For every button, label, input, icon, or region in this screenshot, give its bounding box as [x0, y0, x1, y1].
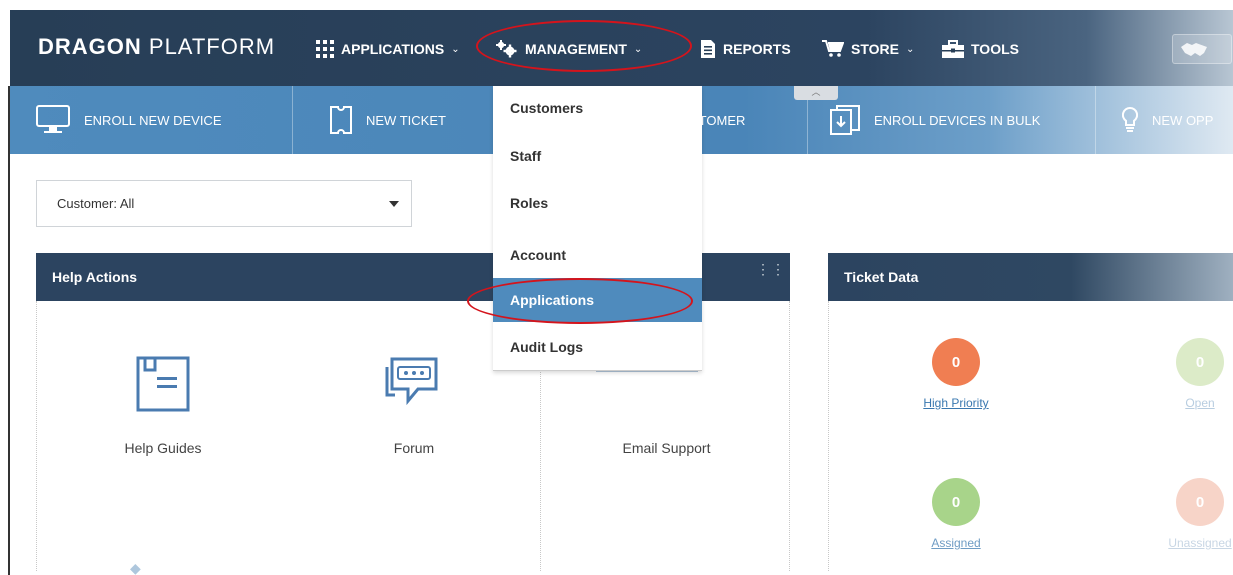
bulk-enroll-icon [830, 105, 860, 135]
menu-item-label: Applications [510, 292, 595, 308]
customer-filter-select[interactable]: Customer: All [36, 180, 412, 227]
nav-reports-label: REPORTS [723, 41, 791, 57]
enroll-devices-in-bulk-button[interactable]: ENROLL DEVICES IN BULK [830, 86, 1040, 154]
menu-item-label: Account [510, 247, 566, 263]
grid-icon [316, 40, 334, 58]
enroll-new-device-button[interactable]: ENROLL NEW DEVICE [36, 86, 222, 154]
document-icon [700, 40, 716, 58]
divider [292, 86, 293, 154]
menu-item-label: Roles [510, 195, 549, 211]
brand-logo[interactable]: DRAGON PLATFORM [38, 34, 275, 60]
help-actions-title: Help Actions [52, 269, 138, 285]
menu-item-staff[interactable]: Staff [493, 134, 702, 178]
nav-applications[interactable]: APPLICATIONS ⌄ [316, 38, 460, 60]
chat-bubble-icon [384, 355, 444, 416]
new-ticket-button[interactable]: NEW TICKET [330, 86, 446, 154]
stat-unassigned-count: 0 [1176, 478, 1224, 526]
nav-management[interactable]: MANAGEMENT ⌄ [496, 38, 642, 60]
book-icon [135, 355, 191, 418]
stat-unassigned-link[interactable]: Unassigned [1140, 536, 1233, 550]
help-guides-label: Help Guides [124, 440, 202, 456]
gears-icon [496, 40, 518, 58]
customer-filter-value: Customer: All [57, 196, 135, 211]
ticket-data-header: Ticket Data [828, 253, 1233, 301]
monitor-icon [36, 105, 70, 135]
partner-handshake-button[interactable] [1172, 34, 1232, 64]
lightbulb-icon [1122, 107, 1138, 133]
handshake-icon [1181, 41, 1207, 62]
divider [1095, 86, 1096, 154]
stat-high-priority-link[interactable]: High Priority [896, 396, 1016, 410]
stat-open[interactable]: 0 Open [1140, 338, 1233, 410]
nav-tools-label: TOOLS [971, 41, 1019, 57]
stat-high-priority[interactable]: 0 High Priority [896, 338, 1016, 410]
nav-reports[interactable]: REPORTS [700, 38, 791, 60]
new-ticket-label: NEW TICKET [366, 112, 446, 128]
enroll-new-device-label: ENROLL NEW DEVICE [84, 112, 222, 128]
menu-item-label: Audit Logs [510, 339, 584, 355]
nav-applications-label: APPLICATIONS [341, 41, 445, 57]
stat-unassigned[interactable]: 0 Unassigned [1140, 478, 1233, 550]
window-left-edge [8, 86, 10, 575]
management-dropdown-menu: Customers Staff Roles Account Applicatio… [493, 86, 702, 371]
stat-assigned-count: 0 [932, 478, 980, 526]
caret-down-icon [389, 201, 399, 207]
new-opportunity-label: NEW OPP [1152, 112, 1214, 128]
toolbox-icon [942, 40, 964, 58]
stat-assigned[interactable]: 0 Assigned [896, 478, 1016, 550]
help-guides-tile[interactable]: Help Guides [37, 301, 289, 471]
chevron-down-icon: ⌄ [451, 43, 460, 55]
top-navigation-bar: DRAGON PLATFORM APPLICATIONS ⌄ MANAGEMEN… [10, 10, 1233, 86]
menu-item-roles[interactable]: Roles [493, 181, 702, 225]
collapse-toolbar-toggle[interactable]: ︿ [794, 86, 838, 100]
menu-item-applications[interactable]: Applications [493, 278, 702, 322]
menu-item-customers[interactable]: Customers [493, 86, 702, 130]
cart-icon [822, 40, 844, 58]
nav-tools[interactable]: TOOLS [942, 38, 1019, 60]
menu-item-label: Customers [510, 100, 584, 116]
email-support-label: Email Support [622, 440, 711, 456]
forum-label: Forum [393, 440, 435, 456]
stat-high-priority-count: 0 [932, 338, 980, 386]
menu-item-account[interactable]: Account [493, 233, 702, 277]
stat-open-count: 0 [1176, 338, 1224, 386]
ticket-data-title: Ticket Data [844, 269, 919, 285]
nav-store[interactable]: STORE ⌄ [822, 38, 914, 60]
faded-icon: ◆ [130, 560, 141, 575]
stat-open-link[interactable]: Open [1140, 396, 1233, 410]
stat-assigned-link[interactable]: Assigned [896, 536, 1016, 550]
nav-store-label: STORE [851, 41, 899, 57]
chevron-down-icon: ⌄ [905, 43, 915, 55]
chevron-up-icon: ︿ [811, 87, 821, 97]
new-opportunity-button[interactable]: NEW OPP [1122, 86, 1213, 154]
menu-item-label: Staff [510, 148, 542, 164]
drag-handle-icon[interactable]: ⋮⋮ [756, 262, 786, 276]
menu-item-audit-logs[interactable]: Audit Logs [493, 325, 702, 369]
chevron-down-icon: ⌄ [633, 43, 643, 55]
enroll-devices-in-bulk-label: ENROLL DEVICES IN BULK [874, 112, 1041, 128]
nav-management-label: MANAGEMENT [525, 41, 627, 57]
ticket-icon [330, 106, 352, 134]
